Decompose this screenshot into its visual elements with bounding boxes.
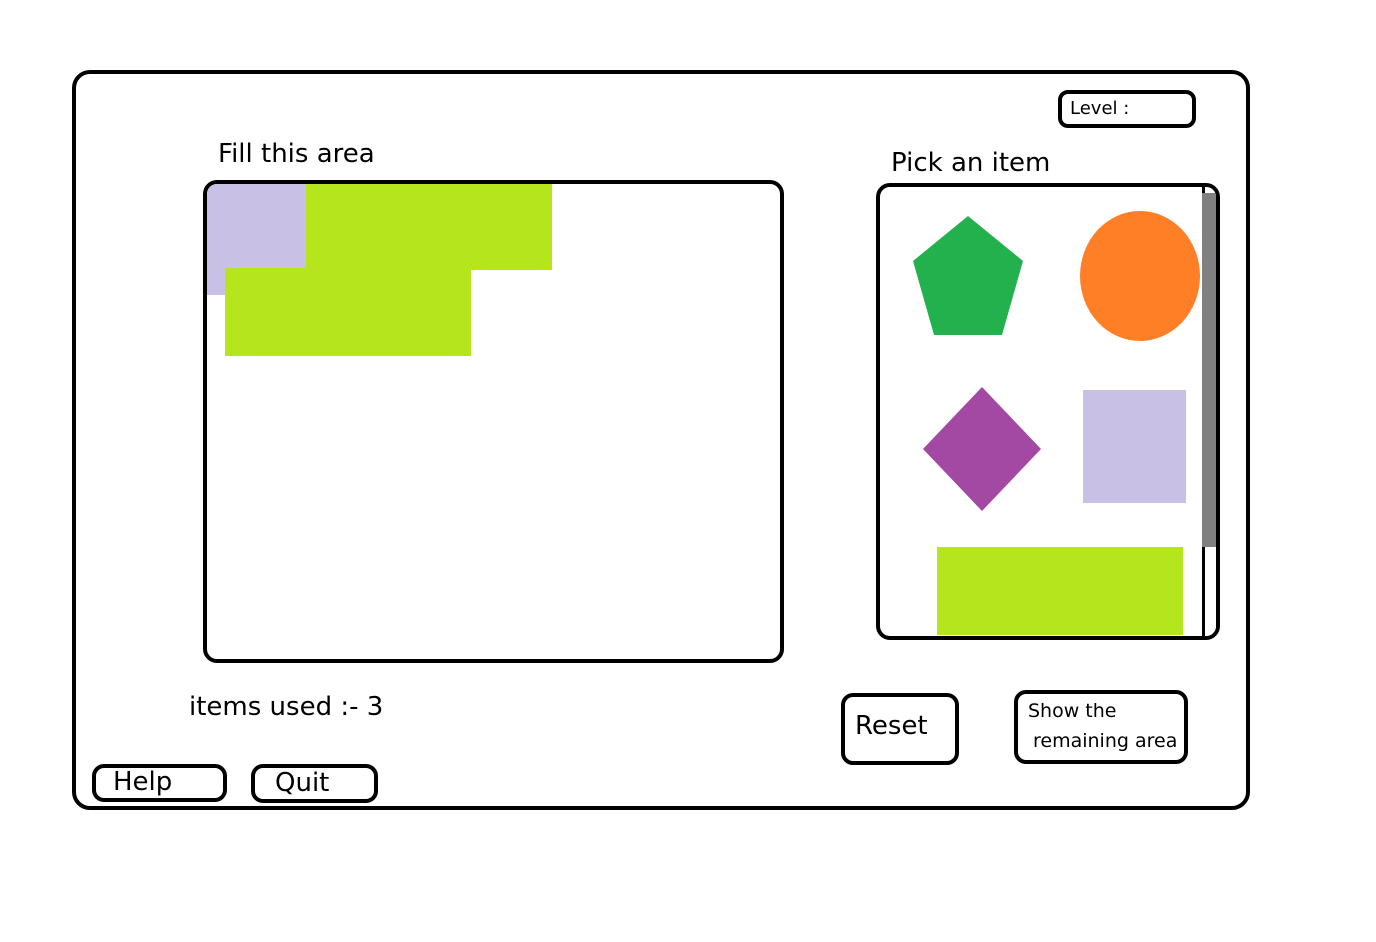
show-remaining-label-line2: remaining area — [1033, 730, 1178, 752]
diamond-item[interactable] — [920, 384, 1044, 514]
fill-area-title: Fill this area — [218, 139, 375, 169]
level-indicator: Level : — [1058, 90, 1196, 128]
circle-item[interactable] — [1078, 209, 1202, 343]
fill-area[interactable] — [203, 180, 784, 663]
quit-button-label: Quit — [275, 768, 330, 798]
placed-item-rectangle-bottom[interactable] — [225, 268, 471, 356]
pentagon-item[interactable] — [910, 213, 1026, 339]
items-used-counter: items used :- 3 — [189, 692, 384, 722]
show-remaining-area-button[interactable]: Show the remaining area — [1014, 690, 1188, 764]
help-button[interactable]: Help — [92, 764, 227, 802]
item-picker-panel — [876, 183, 1220, 640]
placed-item-rectangle-top[interactable] — [306, 184, 552, 270]
picker-title: Pick an item — [891, 148, 1051, 178]
quit-button[interactable]: Quit — [251, 764, 378, 803]
square-item[interactable] — [1083, 390, 1186, 503]
level-label: Level : — [1070, 98, 1130, 119]
rectangle-item[interactable] — [937, 547, 1183, 635]
item-picker-scrollbar-thumb[interactable] — [1202, 193, 1216, 547]
reset-button[interactable]: Reset — [841, 693, 959, 765]
reset-button-label: Reset — [855, 711, 928, 741]
item-picker-scrollbar[interactable] — [1202, 187, 1216, 636]
help-button-label: Help — [113, 767, 173, 797]
show-remaining-label-line1: Show the — [1028, 700, 1117, 722]
